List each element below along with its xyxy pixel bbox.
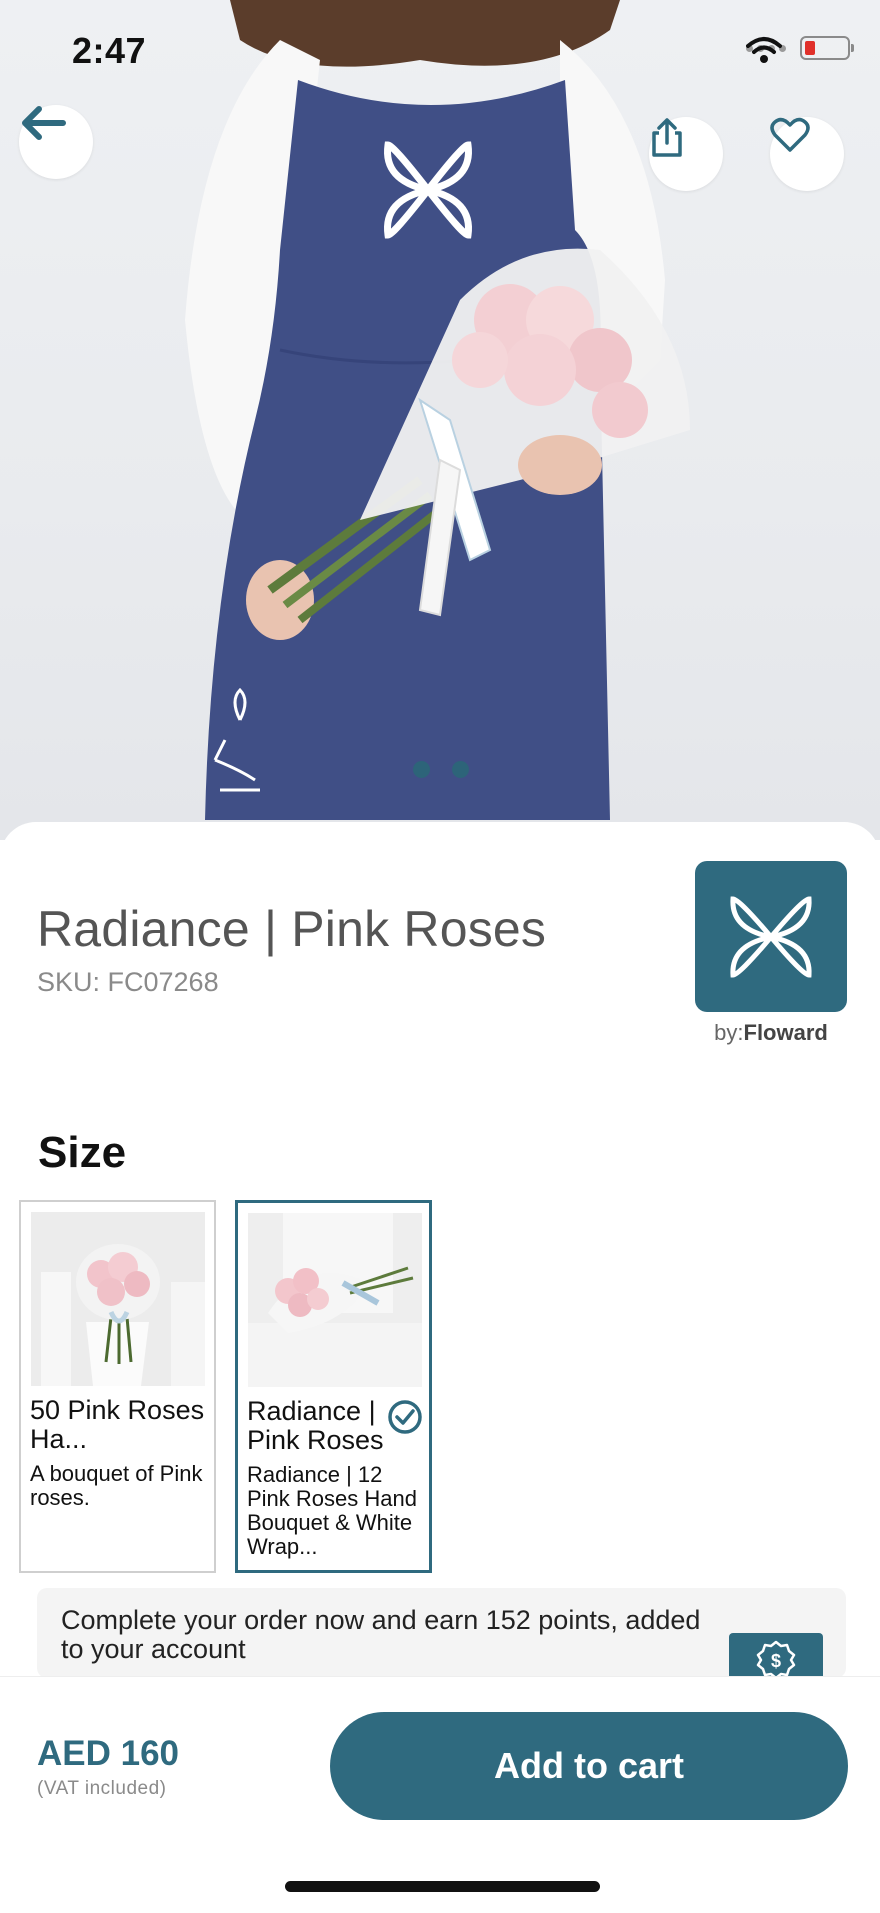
brand-name-text: Floward <box>743 1020 828 1045</box>
size-option-image <box>248 1213 422 1387</box>
brand-logo[interactable] <box>695 861 847 1012</box>
size-option-card[interactable]: 50 Pink Roses Ha... A bouquet of Pink ro… <box>19 1200 216 1573</box>
price: AED 160 <box>37 1734 180 1773</box>
product-image-gallery[interactable]: 2:47 <box>0 0 880 840</box>
brand-name: by:Floward <box>695 1020 847 1046</box>
product-sku: SKU: FC07268 <box>37 967 219 997</box>
size-option-image <box>31 1212 205 1386</box>
size-section-label: Size <box>38 1128 127 1177</box>
status-time: 2:47 <box>72 30 147 71</box>
gallery-pagination <box>413 761 469 778</box>
floward-logo-icon <box>730 895 812 978</box>
size-option-description: Radiance | 12 Pink Roses Hand Bouquet & … <box>247 1462 417 1559</box>
back-button[interactable] <box>19 105 93 179</box>
points-banner: Complete your order now and earn 152 poi… <box>37 1588 846 1678</box>
share-icon <box>652 118 682 157</box>
size-option-description: A bouquet of Pink roses. <box>30 1461 203 1510</box>
size-option-card-selected[interactable]: Radiance | Pink Roses Radiance | 12 Pink… <box>235 1200 432 1573</box>
gallery-dot[interactable] <box>452 761 469 778</box>
points-banner-text: Complete your order now and earn 152 poi… <box>61 1605 701 1664</box>
heart-icon <box>770 117 810 152</box>
gallery-dot[interactable] <box>413 761 430 778</box>
wifi-icon <box>746 37 782 63</box>
product-title: Radiance | Pink Roses <box>37 901 547 957</box>
brand-by-prefix: by: <box>714 1020 744 1045</box>
size-option-title: 50 Pink Roses Ha... <box>30 1395 205 1454</box>
share-button[interactable] <box>649 117 723 191</box>
svg-text:$: $ <box>771 1651 781 1671</box>
vat-note: (VAT included) <box>37 1778 167 1799</box>
battery-icon <box>800 36 854 60</box>
product-photo <box>185 0 690 820</box>
add-to-cart-button[interactable]: Add to cart <box>330 1712 848 1820</box>
check-circle-icon <box>388 1400 422 1434</box>
arrow-left-icon <box>22 106 66 140</box>
home-indicator[interactable] <box>285 1881 600 1892</box>
favorite-button[interactable] <box>770 117 844 191</box>
coin-badge-icon: $ <box>729 1633 823 1678</box>
status-indicators <box>746 36 854 63</box>
